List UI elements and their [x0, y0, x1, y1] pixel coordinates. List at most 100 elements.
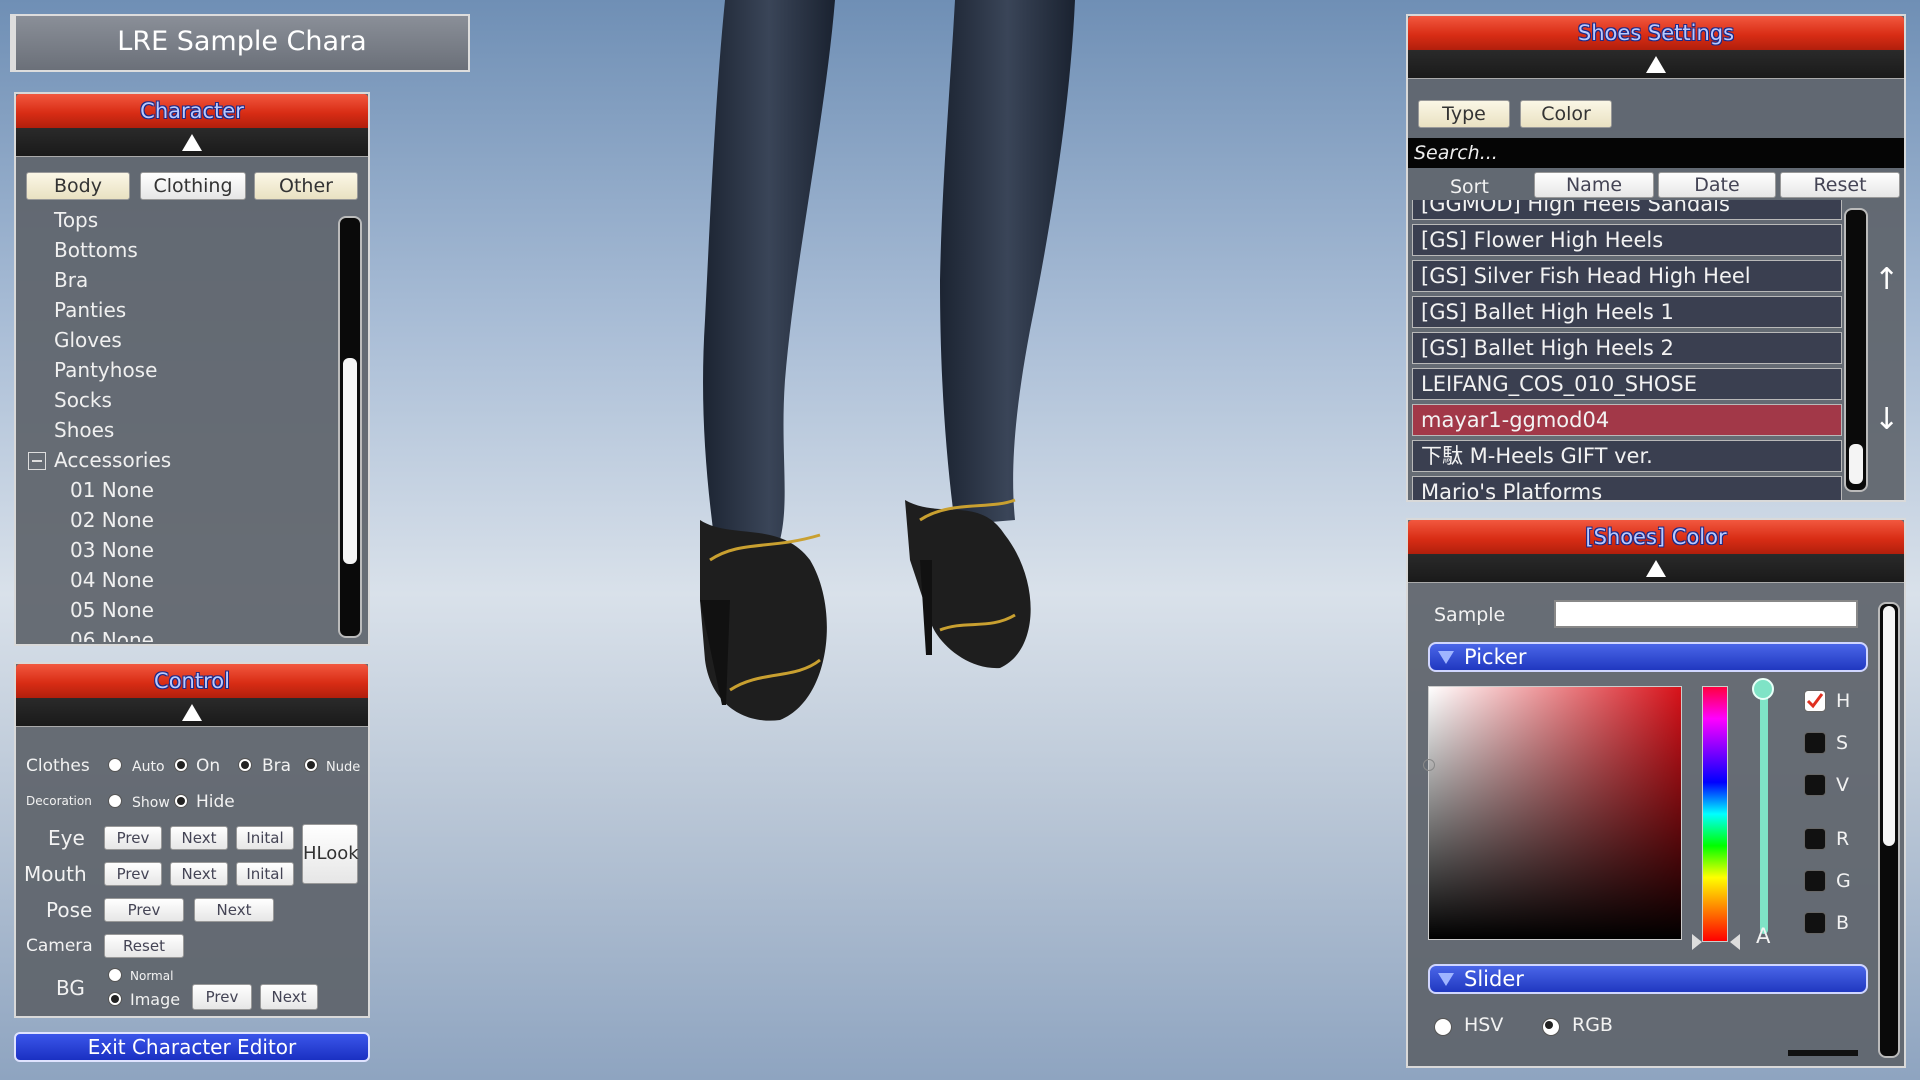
- tree-item-accessory-05[interactable]: 05 None: [70, 598, 154, 622]
- shoes-scroll-thumb[interactable]: [1849, 444, 1863, 484]
- hue-strip[interactable]: [1702, 686, 1728, 942]
- eye-inital-button[interactable]: Inital: [236, 826, 294, 850]
- clothes-radio-bra[interactable]: [238, 758, 252, 772]
- control-collapse-bar[interactable]: [16, 698, 368, 727]
- tab-body[interactable]: Body: [26, 172, 130, 200]
- decoration-radio-show[interactable]: [108, 794, 122, 808]
- tree-item-accessory-01[interactable]: 01 None: [70, 478, 154, 502]
- title-panel: LRE Sample Chara: [10, 14, 470, 72]
- alpha-slider-track[interactable]: [1760, 690, 1768, 934]
- list-item-selected[interactable]: mayar1-ggmod04: [1412, 404, 1842, 436]
- mode-radio-rgb[interactable]: [1542, 1018, 1560, 1036]
- tree-item-shoes[interactable]: Shoes: [54, 418, 114, 442]
- slider-preview-bar: [1788, 1050, 1858, 1056]
- hlook-button[interactable]: HLook: [302, 824, 359, 884]
- mouth-inital-button[interactable]: Inital: [236, 862, 294, 886]
- category-scrollbar[interactable]: [338, 216, 362, 638]
- eye-prev-button[interactable]: Prev: [104, 826, 162, 850]
- tree-item-accessory-03[interactable]: 03 None: [70, 538, 154, 562]
- list-item[interactable]: [GS] Silver Fish Head High Heel: [1412, 260, 1842, 292]
- bg-radio-normal[interactable]: [108, 968, 122, 982]
- category-scroll-thumb[interactable]: [343, 358, 357, 564]
- color-collapse-bar[interactable]: [1408, 554, 1904, 583]
- list-item[interactable]: [GS] Ballet High Heels 2: [1412, 332, 1842, 364]
- tree-item-pantyhose[interactable]: Pantyhose: [54, 358, 157, 382]
- list-item[interactable]: 下駄 M-Heels GIFT ver.: [1412, 440, 1842, 472]
- hue-marker-right-icon[interactable]: [1730, 934, 1740, 950]
- alpha-label: A: [1756, 924, 1771, 948]
- channel-v-checkbox[interactable]: [1804, 774, 1826, 796]
- eye-label: Eye: [48, 826, 85, 850]
- channel-g-label: G: [1836, 870, 1851, 892]
- tab-other[interactable]: Other: [254, 172, 358, 200]
- clothes-radio-auto[interactable]: [108, 758, 122, 772]
- exit-character-editor-button[interactable]: Exit Character Editor: [14, 1032, 370, 1062]
- bg-image-label: Image: [130, 990, 181, 1009]
- channel-s-checkbox[interactable]: [1804, 732, 1826, 754]
- mouth-prev-button[interactable]: Prev: [104, 862, 162, 886]
- sort-label: Sort: [1450, 176, 1489, 198]
- saturation-value-field[interactable]: [1423, 686, 1682, 940]
- tree-item-accessory-02[interactable]: 02 None: [70, 508, 154, 532]
- tree-item-accessories[interactable]: Accessories: [54, 448, 171, 472]
- slider-section-bar[interactable]: Slider: [1428, 964, 1868, 994]
- decoration-radio-hide[interactable]: [174, 794, 188, 808]
- scroll-down-arrow-icon[interactable]: ↓: [1874, 402, 1899, 437]
- bg-radio-image[interactable]: [108, 992, 122, 1006]
- bg-prev-button[interactable]: Prev: [192, 984, 252, 1010]
- mouth-next-button[interactable]: Next: [170, 862, 228, 886]
- tab-type[interactable]: Type: [1418, 100, 1510, 128]
- tree-item-tops[interactable]: Tops: [54, 208, 98, 232]
- clothes-radio-on[interactable]: [174, 758, 188, 772]
- mode-radio-hsv[interactable]: [1434, 1018, 1452, 1036]
- channel-b-checkbox[interactable]: [1804, 912, 1826, 934]
- eye-next-button[interactable]: Next: [170, 826, 228, 850]
- scroll-up-arrow-icon[interactable]: ↑: [1874, 262, 1899, 297]
- shoes-list-scrollbar[interactable]: [1844, 208, 1868, 492]
- tree-item-gloves[interactable]: Gloves: [54, 328, 122, 352]
- collapse-minus-icon[interactable]: [28, 452, 46, 470]
- hue-marker-icon[interactable]: [1692, 934, 1702, 950]
- color-panel-scrollbar[interactable]: [1878, 602, 1900, 1058]
- character-collapse-bar[interactable]: [16, 128, 368, 157]
- character-header[interactable]: Character: [16, 94, 368, 129]
- list-item[interactable]: Mario's Platforms: [1412, 476, 1842, 500]
- channel-r-checkbox[interactable]: [1804, 828, 1826, 850]
- color-cursor[interactable]: [1423, 759, 1435, 771]
- character-viewport[interactable]: [620, 0, 1180, 740]
- list-item[interactable]: [GS] Ballet High Heels 1: [1412, 296, 1842, 328]
- decoration-label: Decoration: [26, 794, 92, 808]
- color-header[interactable]: [Shoes] Color: [1408, 520, 1904, 555]
- tab-clothing[interactable]: Clothing: [140, 172, 246, 200]
- color-scroll-thumb[interactable]: [1883, 606, 1895, 846]
- list-item[interactable]: LEIFANG_COS_010_SHOSE: [1412, 368, 1842, 400]
- tree-item-socks[interactable]: Socks: [54, 388, 112, 412]
- tree-item-accessory-06[interactable]: 06 None: [70, 628, 154, 642]
- search-input[interactable]: Search...: [1408, 138, 1904, 168]
- sort-name-button[interactable]: Name: [1534, 172, 1654, 198]
- channel-g-checkbox[interactable]: [1804, 870, 1826, 892]
- tree-item-bra[interactable]: Bra: [54, 268, 88, 292]
- tab-color[interactable]: Color: [1520, 100, 1612, 128]
- list-item[interactable]: [GS] Flower High Heels: [1412, 224, 1842, 256]
- channel-s-label: S: [1836, 732, 1849, 754]
- alpha-slider-knob[interactable]: [1752, 678, 1774, 700]
- channel-h-checkbox[interactable]: [1804, 690, 1826, 712]
- shoes-list: [GGMOD] High Heels Sandals [GS] Flower H…: [1408, 200, 1908, 500]
- shoes-collapse-bar[interactable]: [1408, 50, 1904, 79]
- tree-item-accessory-04[interactable]: 04 None: [70, 568, 154, 592]
- shoes-header[interactable]: Shoes Settings: [1408, 16, 1904, 51]
- pose-prev-button[interactable]: Prev: [104, 898, 184, 922]
- sort-reset-button[interactable]: Reset: [1780, 172, 1900, 198]
- clothes-radio-nude[interactable]: [304, 758, 318, 772]
- pose-next-button[interactable]: Next: [194, 898, 274, 922]
- picker-section-bar[interactable]: Picker: [1428, 642, 1868, 672]
- camera-reset-button[interactable]: Reset: [104, 934, 184, 958]
- tree-item-bottoms[interactable]: Bottoms: [54, 238, 138, 262]
- bg-next-button[interactable]: Next: [260, 984, 318, 1010]
- list-item[interactable]: [GGMOD] High Heels Sandals: [1412, 200, 1842, 220]
- tree-item-panties[interactable]: Panties: [54, 298, 126, 322]
- control-header[interactable]: Control: [16, 664, 368, 699]
- sort-date-button[interactable]: Date: [1658, 172, 1776, 198]
- mode-rgb-label: RGB: [1572, 1014, 1613, 1036]
